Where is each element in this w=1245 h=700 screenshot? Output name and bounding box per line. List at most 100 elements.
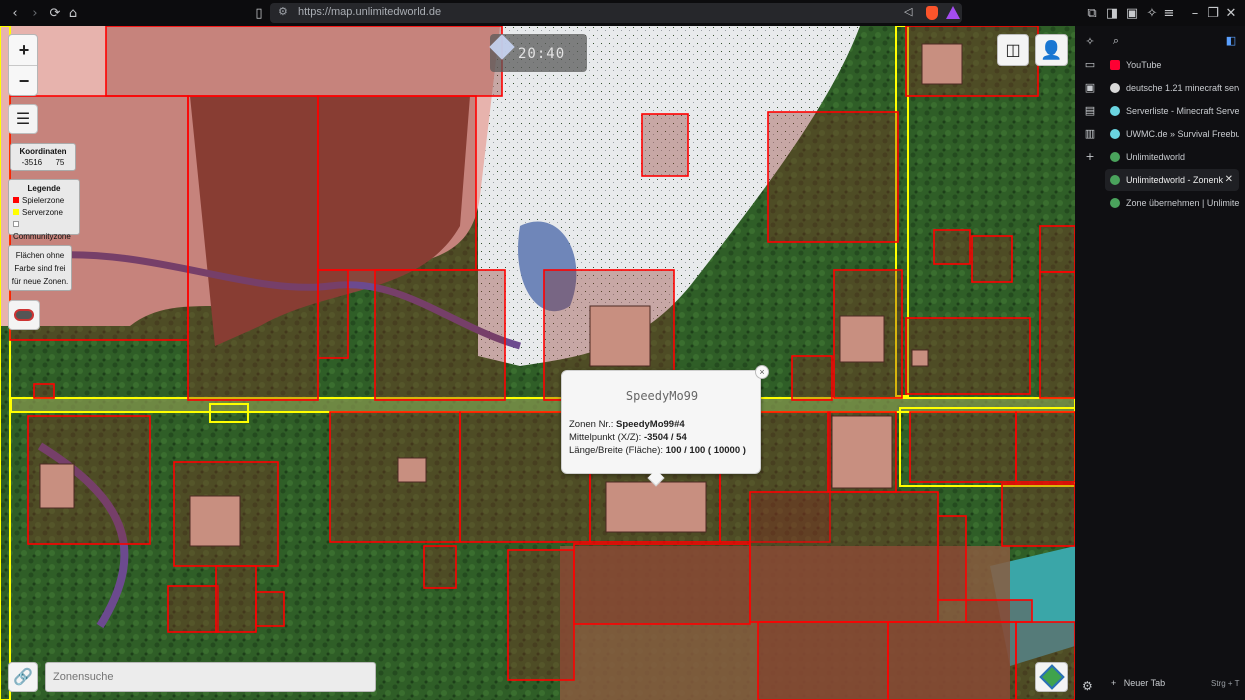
coordinate-x: -3516: [21, 158, 43, 167]
share-icon[interactable]: ◁: [904, 5, 912, 18]
diamond-favicon-icon: [1110, 106, 1120, 116]
zoom-control: + −: [8, 34, 38, 96]
map-view[interactable]: + − ☰ Koordinaten -3516 75 Legende Spiel…: [0, 26, 1075, 700]
forward-icon[interactable]: ›: [26, 4, 44, 22]
legend-swatch: [13, 197, 19, 203]
bookmarks-icon[interactable]: ▤: [1083, 103, 1097, 117]
zoom-in-button[interactable]: +: [9, 35, 37, 66]
legend-panel: Legende Spielerzone Serverzone Community…: [8, 179, 80, 241]
compass-button[interactable]: ◫: [997, 34, 1029, 66]
legend-item-community: Communityzone: [13, 219, 75, 243]
legend-item-server: Serverzone: [13, 207, 75, 219]
add-panel-icon[interactable]: +: [1083, 149, 1097, 163]
zoom-out-button[interactable]: −: [9, 66, 37, 95]
coordinates-values: -3516 75: [11, 157, 75, 168]
tab-youtube[interactable]: YouTube: [1105, 54, 1239, 76]
tab-search-result[interactable]: deutsche 1.21 minecraft serv: [1105, 77, 1239, 99]
wallet-sidebar-icon[interactable]: ▣: [1083, 80, 1097, 94]
tab-unlimitedworld[interactable]: Unlimitedworld: [1105, 146, 1239, 168]
tab-label: deutsche 1.21 minecraft serv: [1126, 83, 1239, 93]
world-button[interactable]: [1035, 662, 1068, 692]
legend-swatch: [13, 221, 19, 227]
moon-icon: [489, 34, 515, 60]
diamond-favicon-icon: [1110, 129, 1120, 139]
url-text: https://map.unlimitedworld.de: [298, 6, 442, 18]
minimize-icon[interactable]: –: [1186, 4, 1204, 22]
collapse-sidebar-icon[interactable]: ◧: [1224, 33, 1238, 47]
time-display: 20:40: [489, 34, 587, 72]
coordinate-z: 75: [55, 158, 65, 167]
popup-close-button[interactable]: ×: [755, 365, 769, 379]
size-row: Länge/Breite (Fläche): 100 / 100 ( 10000…: [569, 444, 746, 457]
zone-number-label: Zonen Nr.:: [569, 419, 614, 430]
restore-icon[interactable]: ❐: [1204, 4, 1222, 22]
reading-list-icon[interactable]: ▥: [1083, 126, 1097, 140]
tab-label: Unlimitedworld: [1126, 152, 1186, 162]
map-mode-icon: ◫: [1005, 42, 1021, 59]
search-tabs-icon[interactable]: ⌕: [1109, 34, 1123, 48]
brave-rewards-icon[interactable]: [946, 6, 960, 19]
layers-button[interactable]: ☰: [8, 104, 38, 134]
center-label: Mittelpunkt (X/Z):: [569, 432, 642, 443]
back-icon[interactable]: ‹: [6, 4, 24, 22]
coordinates-title: Koordinaten: [19, 147, 67, 156]
tab-zonenkarte[interactable]: Unlimitedworld - Zonenk ✕: [1105, 169, 1239, 191]
site-favicon-icon: [1110, 83, 1120, 93]
free-note-line: Farbe sind frei: [14, 264, 66, 273]
home-icon[interactable]: ⌂: [64, 4, 82, 22]
tab-label: Serverliste - Minecraft Serve: [1126, 106, 1239, 116]
close-window-icon[interactable]: ✕: [1222, 4, 1240, 22]
free-area-note: Flächen ohne Farbe sind frei für neue Zo…: [8, 245, 72, 291]
size-label: Länge/Breite (Fläche):: [569, 445, 663, 456]
globe-favicon-icon: [1110, 152, 1120, 162]
browser-toolbar: ‹ › ⟳ ⌂ ▯ ⚙ https://map.unlimitedworld.d…: [0, 0, 1245, 26]
map-canvas[interactable]: [0, 26, 1075, 700]
zone-number-value: SpeedyMo99#4: [616, 419, 685, 430]
center-row: Mittelpunkt (X/Z): -3504 / 54: [569, 431, 746, 444]
layers-icon: ☰: [15, 111, 31, 128]
free-note-line: Flächen ohne: [15, 251, 65, 260]
new-tab-label: Neuer Tab: [1123, 678, 1166, 688]
zone-search-input[interactable]: [45, 662, 376, 692]
tab-label: Unlimitedworld - Zonenk: [1126, 175, 1224, 185]
players-button[interactable]: 👤: [1035, 34, 1068, 66]
extensions-icon[interactable]: ⧉: [1083, 4, 1101, 22]
legend-item-player: Spielerzone: [13, 195, 75, 207]
settings-icon[interactable]: ⚙: [1082, 679, 1093, 693]
address-bar[interactable]: ⚙ https://map.unlimitedworld.de ◁: [270, 3, 962, 23]
reload-icon[interactable]: ⟳: [46, 4, 64, 22]
leo-sidebar-icon[interactable]: ✧: [1083, 34, 1097, 48]
sidebar-toggle-icon[interactable]: ◨: [1103, 4, 1121, 22]
size-value: 100 / 100 ( 10000 ): [665, 445, 746, 456]
link-icon: 🔗: [13, 669, 33, 686]
player-icon: 👤: [1040, 39, 1063, 60]
new-tab-button[interactable]: + Neuer Tab: [1111, 678, 1165, 688]
close-tab-icon[interactable]: ✕: [1225, 174, 1233, 185]
leo-icon[interactable]: ✧: [1143, 4, 1161, 22]
legend-label: Spielerzone: [22, 196, 65, 205]
globe-favicon-icon: [1110, 175, 1120, 185]
marker-icon: [14, 309, 34, 321]
brave-shields-icon[interactable]: [926, 6, 938, 20]
coordinates-panel: Koordinaten -3516 75: [10, 143, 76, 171]
globe-favicon-icon: [1110, 198, 1120, 208]
player-marker-button[interactable]: [8, 300, 40, 330]
tab-group-icon[interactable]: ▭: [1083, 57, 1097, 71]
new-tab-shortcut: Strg + T: [1211, 679, 1240, 688]
menu-icon[interactable]: ≡: [1160, 4, 1178, 22]
free-note-line: für neue Zonen.: [11, 277, 69, 286]
tab-uwmc[interactable]: UWMC.de » Survival Freebu: [1105, 123, 1239, 145]
popup-owner: SpeedyMo99: [625, 389, 699, 403]
tab-zone-uebernehmen[interactable]: Zone übernehmen | Unlimite: [1105, 192, 1239, 214]
legend-label: Serverzone: [22, 208, 63, 217]
tab-serverliste[interactable]: Serverliste - Minecraft Serve: [1105, 100, 1239, 122]
popup-details: Zonen Nr.: SpeedyMo99#4 Mittelpunkt (X/Z…: [569, 418, 746, 457]
site-info-icon[interactable]: ⚙: [278, 5, 292, 19]
link-button[interactable]: 🔗: [8, 662, 38, 692]
game-time: 20:40: [518, 46, 566, 62]
legend-swatch: [13, 209, 19, 215]
bookmark-icon[interactable]: ▯: [250, 4, 268, 22]
wallet-icon[interactable]: ▣: [1123, 4, 1141, 22]
legend-label: Communityzone: [13, 232, 71, 241]
tab-label: Zone übernehmen | Unlimite: [1126, 198, 1239, 208]
